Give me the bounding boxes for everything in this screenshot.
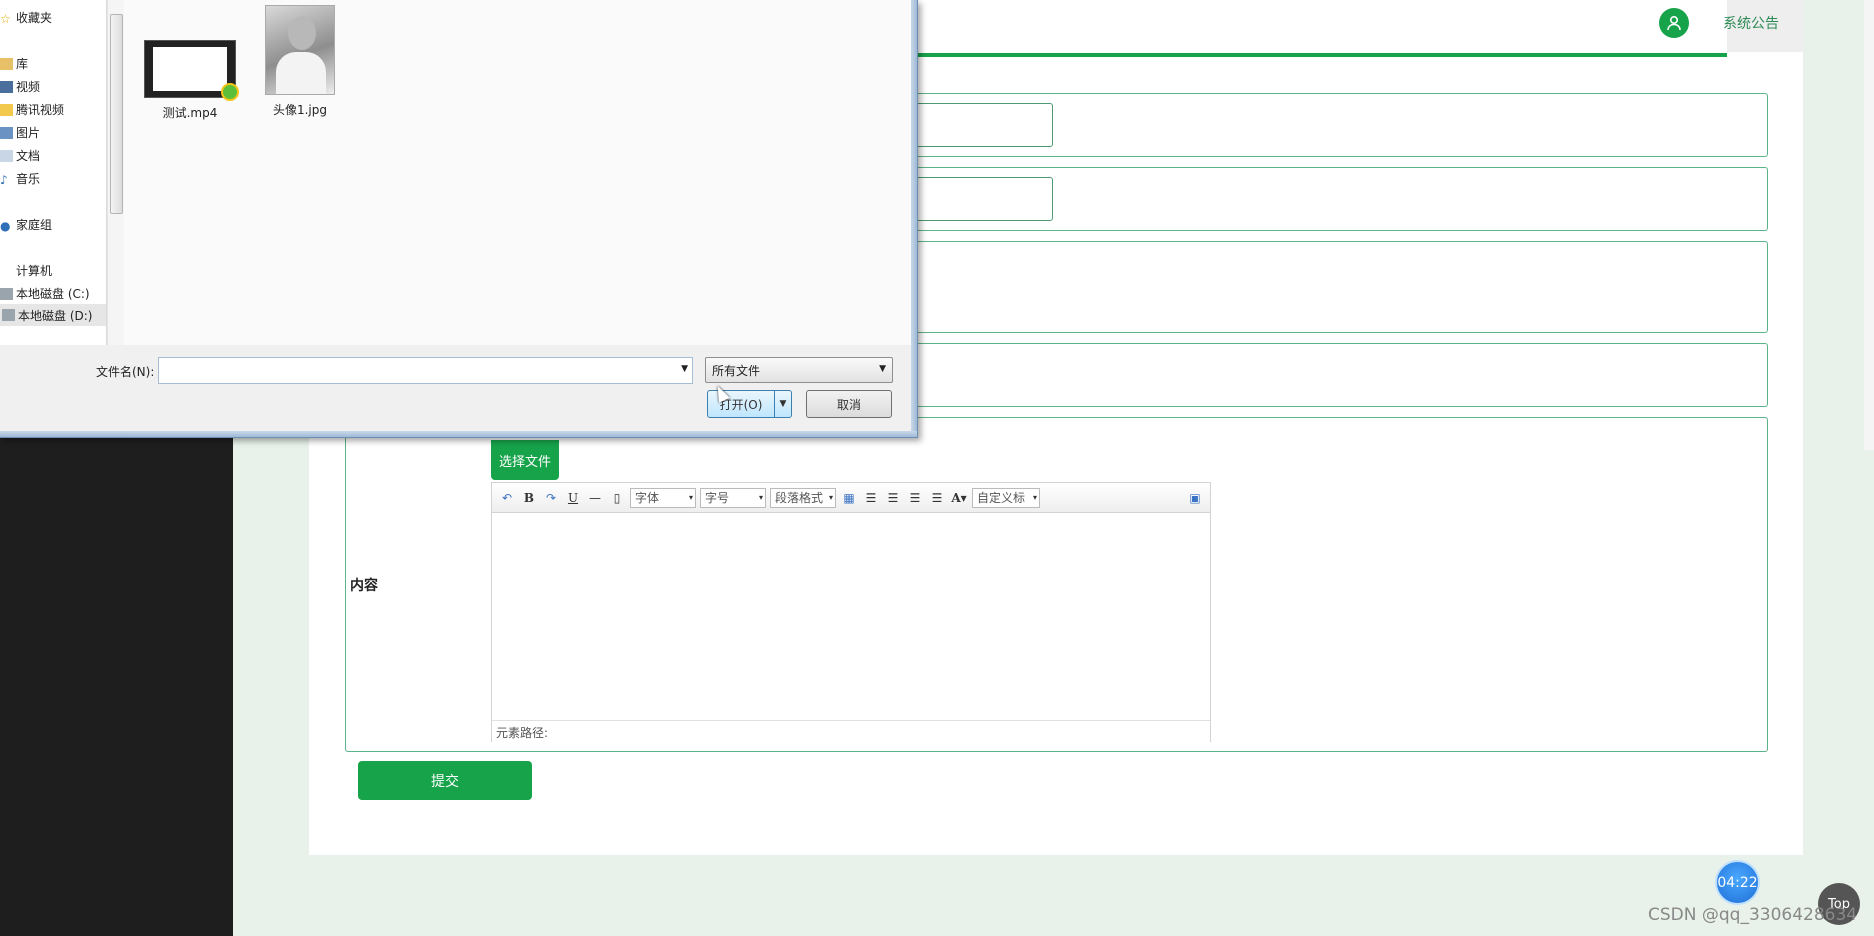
library-icon	[0, 57, 13, 70]
font-size-select[interactable]: 字号 ▾	[700, 487, 766, 508]
file-open-dialog: ☆ 收藏夹 库 视频 腾讯视频 图片 文档 ♪ 音乐 ● 家庭组 计算机 本地磁盘 (…	[0, 0, 918, 438]
dropdown-arrow-icon: ▼	[879, 364, 886, 374]
align-center-icon[interactable]: ☰	[906, 489, 924, 507]
picture-folder-icon	[0, 126, 13, 139]
nav-pictures[interactable]: 图片	[0, 124, 40, 141]
form-input-1[interactable]	[910, 103, 1053, 147]
nav-music-label: 音乐	[16, 172, 41, 186]
table-icon[interactable]: ▦	[840, 489, 858, 507]
nav-libraries[interactable]: 库	[0, 55, 28, 72]
dropdown-arrow-icon: ▾	[758, 493, 763, 502]
nav-libraries-label: 库	[16, 57, 29, 71]
filename-input[interactable]: ▼	[158, 357, 693, 384]
form-input-2[interactable]	[910, 177, 1053, 221]
submit-button[interactable]: 提交	[358, 761, 532, 800]
user-icon	[1667, 15, 1681, 31]
disk-icon	[0, 287, 13, 300]
nav-disk-d[interactable]: 本地磁盘 (D:)	[0, 304, 106, 326]
font-family-select[interactable]: 字体 ▾	[630, 487, 696, 508]
bold-icon[interactable]: B	[520, 489, 538, 507]
page-icon[interactable]: ▯	[608, 489, 626, 507]
file-item-image[interactable]: 头像1.jpg	[265, 5, 335, 118]
nav-videos[interactable]: 视频	[0, 78, 40, 95]
timer-badge: 04:22	[1715, 860, 1760, 905]
folder-icon	[0, 103, 13, 116]
right-scroll-edge	[1864, 0, 1874, 450]
nav-homegroup-label: 家庭组	[16, 218, 53, 232]
rich-text-editor: ↶ B ↷ U — ▯ 字体 ▾ 字号 ▾ 段落格式 ▾ ▦ ☰ ☰ ☰ ☰ A▾ 自…	[491, 482, 1211, 742]
homegroup-icon: ●	[0, 218, 11, 233]
dropdown-arrow-icon: ▾	[688, 493, 693, 502]
cancel-button[interactable]: 取消	[806, 390, 892, 418]
paragraph-label: 段落格式	[775, 491, 824, 505]
dialog-files-pane: 测试.mp4 头像1.jpg	[124, 0, 912, 345]
content-label: 内容	[350, 578, 378, 594]
undo-icon[interactable]: ↶	[498, 489, 516, 507]
star-icon: ☆	[0, 11, 11, 26]
dropdown-arrow-icon: ▾	[828, 493, 833, 502]
dialog-frame	[911, 0, 917, 437]
align-justify-icon[interactable]: ☰	[928, 489, 946, 507]
underline-icon[interactable]: U	[564, 489, 582, 507]
nav-documents-label: 文档	[16, 149, 41, 163]
choose-file-button[interactable]: 选择文件	[491, 440, 559, 480]
fullscreen-icon[interactable]: ▣	[1186, 489, 1204, 507]
nav-disk-d-label: 本地磁盘 (D:)	[18, 308, 93, 323]
align-right-icon[interactable]: ☰	[884, 489, 902, 507]
dropdown-arrow-icon: ▾	[1032, 493, 1037, 502]
open-split-arrow-icon[interactable]: ▼	[774, 391, 791, 417]
nav-pictures-label: 图片	[16, 126, 41, 140]
video-folder-icon	[0, 80, 13, 93]
nav-disk-c[interactable]: 本地磁盘 (C:)	[0, 285, 90, 302]
nav-disk-c-label: 本地磁盘 (C:)	[16, 287, 90, 301]
editor-element-path: 元素路径:	[492, 720, 1210, 742]
filetype-select[interactable]: 所有文件 ▼	[705, 357, 893, 383]
video-file-icon	[144, 40, 239, 101]
nav-music[interactable]: ♪ 音乐	[0, 170, 40, 187]
nav-computer-label: 计算机	[16, 264, 53, 278]
font-size-label: 字号	[705, 491, 730, 505]
editor-body[interactable]	[492, 513, 1210, 720]
nav-favorites-label: 收藏夹	[16, 11, 53, 25]
filename-label: 文件名(N):	[96, 365, 155, 379]
watermark: CSDN @qq_3306428634	[1648, 905, 1858, 925]
image-file-icon	[265, 5, 335, 95]
editor-toolbar: ↶ B ↷ U — ▯ 字体 ▾ 字号 ▾ 段落格式 ▾ ▦ ☰ ☰ ☰ ☰ A▾ 自…	[492, 483, 1210, 513]
custom-title-label: 自定义标	[977, 491, 1026, 505]
nav-scroll-thumb[interactable]	[110, 14, 123, 214]
horizontal-rule-icon[interactable]: —	[586, 489, 604, 507]
dialog-frame	[0, 431, 917, 437]
align-left-icon[interactable]: ☰	[862, 489, 880, 507]
nav-scrollbar[interactable]	[107, 0, 124, 345]
file-name: 测试.mp4	[162, 106, 218, 120]
disk-icon	[2, 309, 15, 321]
document-folder-icon	[0, 149, 13, 162]
nav-tencent-video[interactable]: 腾讯视频	[0, 101, 64, 118]
redo-icon[interactable]: ↷	[542, 489, 560, 507]
nav-tencent-video-label: 腾讯视频	[16, 103, 65, 117]
paragraph-select[interactable]: 段落格式 ▾	[770, 487, 836, 508]
nav-homegroup[interactable]: ● 家庭组	[0, 216, 52, 233]
computer-icon	[0, 265, 13, 277]
header-bar	[900, 0, 1727, 57]
filetype-value: 所有文件	[712, 364, 761, 378]
file-item-video[interactable]: 测试.mp4	[144, 40, 239, 121]
header-tab-notice[interactable]: 系统公告	[1723, 13, 1803, 33]
music-icon: ♪	[0, 172, 8, 187]
nav-videos-label: 视频	[16, 80, 41, 94]
dialog-nav-pane: ☆ 收藏夹 库 视频 腾讯视频 图片 文档 ♪ 音乐 ● 家庭组 计算机 本地磁盘 (…	[0, 0, 107, 345]
file-name: 头像1.jpg	[272, 103, 328, 117]
nav-favorites[interactable]: ☆ 收藏夹	[0, 9, 52, 26]
nav-documents[interactable]: 文档	[0, 147, 40, 164]
custom-title-select[interactable]: 自定义标 ▾	[972, 487, 1040, 508]
nav-computer[interactable]: 计算机	[0, 262, 52, 279]
font-color-icon[interactable]: A▾	[950, 489, 968, 507]
user-avatar[interactable]	[1659, 8, 1689, 38]
font-family-label: 字体	[635, 491, 660, 505]
dropdown-arrow-icon[interactable]: ▼	[681, 364, 688, 374]
